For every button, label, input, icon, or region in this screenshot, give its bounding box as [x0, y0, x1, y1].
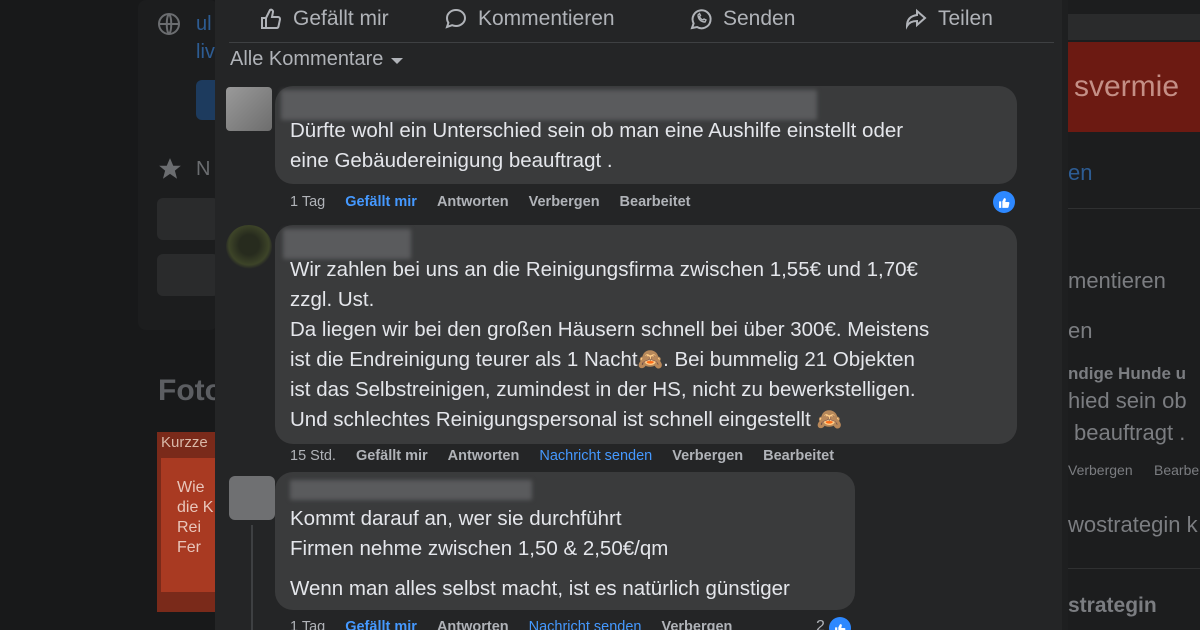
right-sep — [1068, 208, 1200, 209]
right-item: ndige Hunde u — [1068, 364, 1187, 383]
comment-hide-link[interactable]: Verbergen — [672, 448, 743, 464]
comment-action-button[interactable]: Kommentieren — [444, 4, 615, 34]
left-gray-box — [157, 254, 219, 296]
commenter-avatar[interactable] — [229, 476, 275, 520]
globe-icon — [158, 13, 180, 35]
like-action-button[interactable]: Gefällt mir — [259, 4, 389, 34]
comment-text-line: zzgl. Ust. — [290, 288, 375, 311]
thumbs-up-icon — [261, 8, 281, 29]
comment-text-line: Und schlechtes Reinigungspersonal ist sc… — [290, 408, 842, 431]
comment-reply-link[interactable]: Antworten — [437, 619, 509, 630]
share-action-label: Teilen — [938, 7, 993, 30]
comment-text-line: Kommt darauf an, wer sie durchführt — [290, 507, 622, 530]
right-item: mentieren — [1068, 268, 1166, 293]
right-topbar — [1068, 14, 1200, 40]
left-link-text: ul liv — [196, 13, 215, 63]
comment-filter-label: Alle Kommentare — [230, 48, 384, 70]
comment-text-line: Firmen nehme zwischen 1,50 & 2,50€/qm — [290, 537, 669, 560]
commenter-avatar[interactable] — [226, 87, 272, 131]
comment-like-link[interactable]: Gefällt mir — [345, 619, 417, 630]
right-item: wostrategin k — [1068, 512, 1198, 537]
comment-hide-link[interactable]: Verbergen — [529, 194, 600, 210]
comment-text-line: ist die Endreinigung teurer als 1 Nacht🙈… — [290, 348, 915, 371]
comment-meta: 15 Std. Gefällt mir Antworten Nachricht … — [290, 448, 854, 464]
like-count: 2 — [816, 618, 825, 630]
like-reaction-badge[interactable] — [829, 617, 851, 630]
comment-bubble: Kommt darauf an, wer sie durchführt Firm… — [275, 472, 855, 610]
post-modal: Gefällt mir Kommentieren Senden Teilen A… — [215, 0, 1068, 630]
reply-thread-line — [251, 525, 253, 630]
comment-edited-label[interactable]: Bearbeitet — [620, 194, 691, 210]
comment-message-link[interactable]: Nachricht senden — [539, 448, 652, 464]
right-item: en — [1068, 160, 1093, 185]
whatsapp-icon — [690, 9, 712, 30]
like-action-label: Gefällt mir — [293, 7, 389, 30]
comment-like-link[interactable]: Gefällt mir — [345, 194, 417, 210]
share-action-button[interactable]: Teilen — [904, 4, 993, 34]
right-item: en — [1068, 318, 1093, 343]
right-sep — [1068, 568, 1200, 569]
comment-message-link[interactable]: Nachricht senden — [529, 619, 642, 630]
right-column: svermie en mentieren en ndige Hunde u hi… — [1068, 0, 1200, 630]
comment-bubble: Wir zahlen bei uns an die Reinigungsfirm… — [275, 225, 1017, 444]
send-action-button[interactable]: Senden — [689, 4, 795, 34]
comment-action-label: Kommentieren — [478, 7, 615, 30]
thumbs-up-icon — [998, 197, 1009, 208]
action-divider — [229, 42, 1054, 43]
comment-text-line: ist das Selbstreinigen, zumindest in der… — [290, 378, 916, 401]
commenter-avatar[interactable] — [226, 225, 272, 269]
comment-hide-link[interactable]: Verbergen — [661, 619, 732, 630]
right-item: strategin — [1068, 594, 1157, 617]
right-item: Bearbe — [1154, 462, 1200, 478]
like-reaction-badge[interactable] — [993, 191, 1015, 213]
comment-like-link[interactable]: Gefällt mir — [356, 448, 428, 464]
right-banner: svermie — [1068, 42, 1200, 132]
poster-image: Kurzze Wie die K Rei Fer — [157, 432, 219, 612]
left-letter: N — [196, 158, 211, 180]
right-item: hied sein ob — [1068, 388, 1187, 413]
right-banner-text: svermie — [1074, 70, 1180, 103]
comment-bubble: Dürfte wohl ein Unterschied sein ob man … — [275, 86, 1017, 184]
comment-filter-dropdown[interactable]: Alle Kommentare — [230, 48, 404, 71]
modal-scrollbar[interactable] — [1062, 0, 1068, 630]
right-item: Verbergen — [1068, 462, 1133, 478]
fotos-heading: Foto — [158, 374, 223, 407]
comment-text-line: Dürfte wohl ein Unterschied sein ob man … — [290, 119, 904, 142]
comment-time[interactable]: 1 Tag — [290, 619, 325, 630]
blurred-commenter-name[interactable] — [290, 480, 532, 500]
comment-icon — [445, 8, 467, 29]
comment-time[interactable]: 1 Tag — [290, 194, 325, 210]
comment-text-line: Da liegen wir bei den großen Häusern sch… — [290, 318, 930, 341]
comment-text-line: Wenn man alles selbst macht, ist es natü… — [290, 577, 790, 600]
star-icon — [159, 158, 181, 179]
comment-reply-link[interactable]: Antworten — [437, 194, 509, 210]
thumbs-up-icon — [834, 623, 845, 630]
poster-top: Kurzze — [161, 434, 208, 451]
left-gray-box — [157, 198, 219, 240]
send-action-label: Senden — [723, 7, 796, 30]
comment-meta: 1 Tag Gefällt mir Antworten Nachricht se… — [290, 619, 752, 630]
caret-down-icon — [391, 58, 404, 64]
share-icon — [905, 8, 927, 30]
comment-reply-link[interactable]: Antworten — [448, 448, 520, 464]
comment-time[interactable]: 15 Std. — [290, 448, 336, 464]
comment-text-line: Wir zahlen bei uns an die Reinigungsfirm… — [290, 258, 918, 281]
poster-body: Wie die K Rei Fer — [161, 458, 219, 592]
post-action-bar: Gefällt mir Kommentieren Senden Teilen — [215, 0, 1068, 42]
right-item: beauftragt . — [1074, 420, 1186, 445]
comment-meta: 1 Tag Gefällt mir Antworten Verbergen Be… — [290, 194, 710, 210]
comment-text-line: eine Gebäudereinigung beauftragt . — [290, 149, 613, 172]
comment-edited-label[interactable]: Bearbeitet — [763, 448, 834, 464]
